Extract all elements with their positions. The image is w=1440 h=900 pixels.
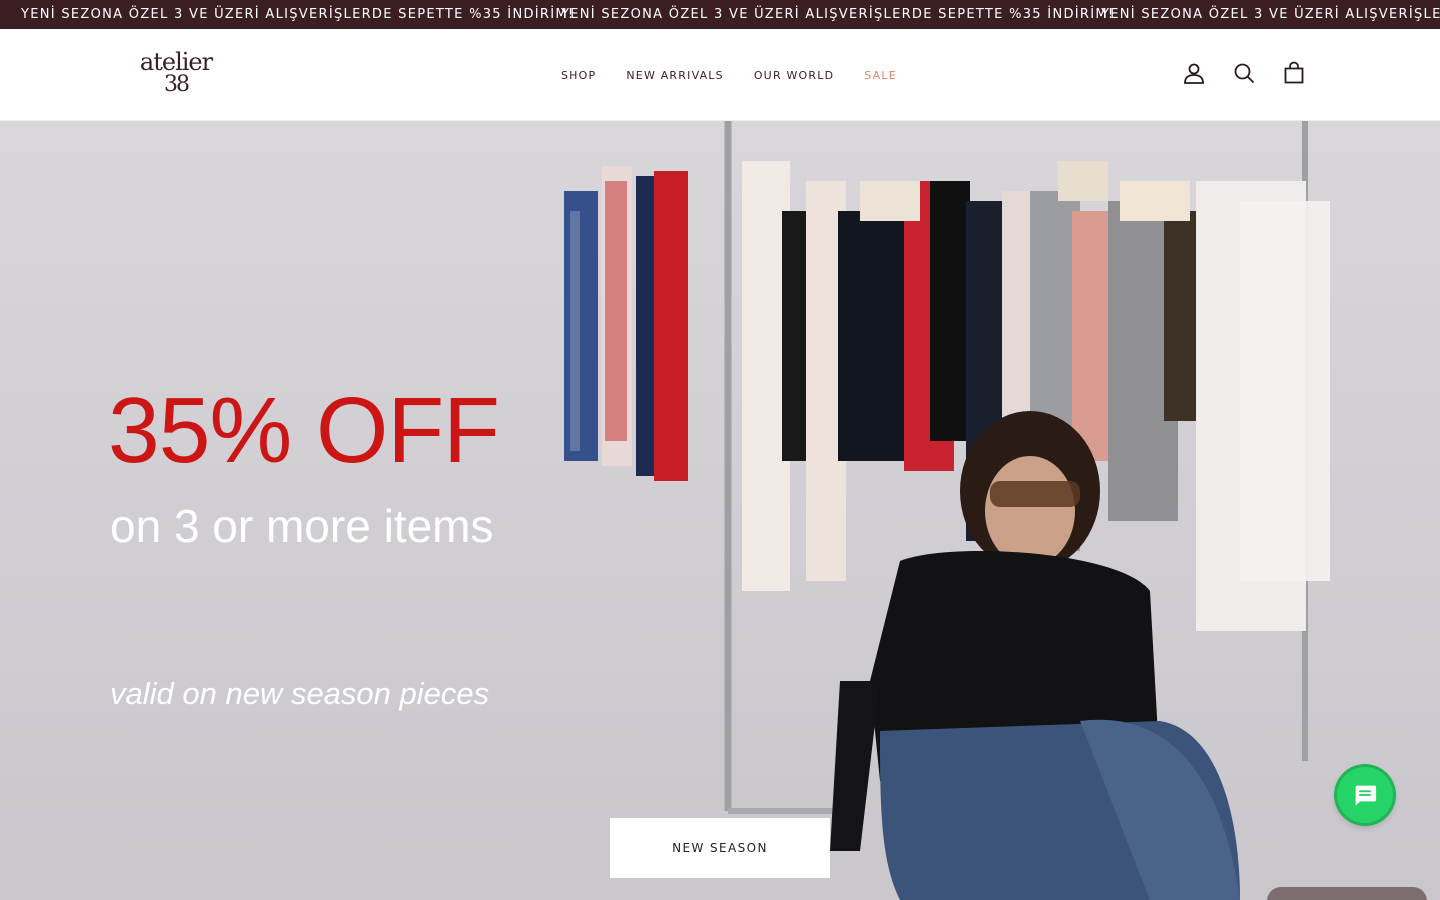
announcement-text: YENİ SEZONA ÖZEL 3 VE ÜZERİ ALIŞVERİŞLER… [1101,7,1440,22]
header-actions [1182,61,1306,89]
logo-number: 38 [164,72,190,97]
hero-banner: 35% OFF on 3 or more items valid on new … [0,121,1440,900]
announcement-track: YENİ SEZONA ÖZEL 3 VE ÜZERİ ALIŞVERİŞLER… [0,0,1440,29]
account-icon[interactable] [1182,61,1206,85]
nav-sale[interactable]: SALE [864,69,897,82]
chat-icon [1355,785,1377,806]
promo-validity: valid on new season pieces [110,676,490,711]
announcement-text: YENİ SEZONA ÖZEL 3 VE ÜZERİ ALIŞVERİŞLER… [21,7,575,22]
chat-button[interactable] [1337,767,1393,823]
promo-subline: on 3 or more items [110,500,494,552]
site-header: atelier 38 SHOP NEW ARRIVALS OUR WORLD S… [0,29,1440,121]
nav-our-world[interactable]: OUR WORLD [754,69,834,82]
announcement-text: YENİ SEZONA ÖZEL 3 VE ÜZERİ ALIŞVERİŞLER… [561,7,1115,22]
main-nav: SHOP NEW ARRIVALS OUR WORLD SALE [561,29,927,121]
brand-logo[interactable]: atelier 38 [136,49,216,101]
promo-headline: 35% OFF [108,378,500,482]
nav-new-arrivals[interactable]: NEW ARRIVALS [626,69,723,82]
search-icon[interactable] [1232,61,1256,85]
new-season-button[interactable]: NEW SEASON [610,818,830,878]
cart-icon[interactable] [1282,61,1306,85]
bottom-widget-tab[interactable] [1267,887,1427,900]
nav-shop[interactable]: SHOP [561,69,596,82]
announcement-bar: YENİ SEZONA ÖZEL 3 VE ÜZERİ ALIŞVERİŞLER… [0,0,1440,29]
